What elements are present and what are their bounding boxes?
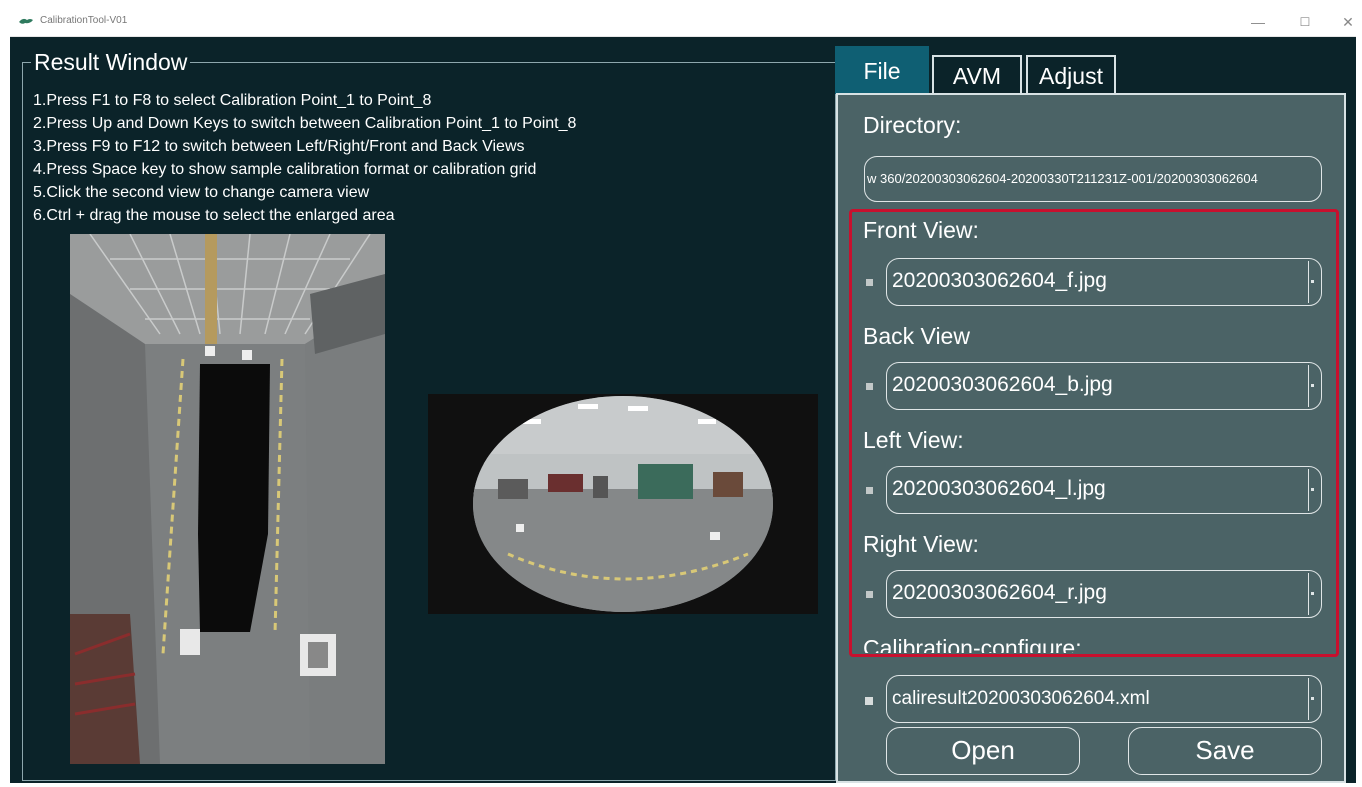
instructions-list: 1.Press F1 to F8 to select Calibration P… bbox=[33, 89, 576, 227]
top-down-view-image bbox=[70, 234, 385, 764]
instruction-line: 3.Press F9 to F12 to switch between Left… bbox=[33, 138, 525, 155]
window-title: CalibrationTool-V01 bbox=[40, 15, 128, 26]
tab-avm[interactable]: AVM bbox=[932, 55, 1022, 93]
directory-value: w 360/20200303062604-20200330T211231Z-00… bbox=[867, 171, 1258, 186]
chevron-down-icon[interactable] bbox=[1308, 678, 1319, 720]
top-down-view[interactable] bbox=[70, 234, 385, 764]
fisheye-camera-view[interactable] bbox=[428, 394, 818, 614]
directory-label: Directory: bbox=[863, 112, 962, 138]
save-button[interactable]: Save bbox=[1128, 727, 1322, 775]
highlight-box bbox=[849, 209, 1339, 657]
title-bar: CalibrationTool-V01 — ☐ ✕ bbox=[10, 8, 1356, 37]
tab-adjust[interactable]: Adjust bbox=[1026, 55, 1116, 93]
instruction-line: 5.Click the second view to change camera… bbox=[33, 184, 370, 201]
app-icon bbox=[19, 18, 33, 24]
maximize-button[interactable]: ☐ bbox=[1293, 12, 1317, 32]
tab-file[interactable]: File bbox=[835, 46, 929, 94]
instruction-line: 4.Press Space key to show sample calibra… bbox=[33, 161, 537, 178]
instruction-line: 2.Press Up and Down Keys to switch betwe… bbox=[33, 115, 577, 132]
instruction-line: 1.Press F1 to F8 to select Calibration P… bbox=[33, 92, 432, 109]
calibration-configure-checkbox[interactable] bbox=[865, 697, 873, 705]
calibration-configure-value: caliresult20200303062604.xml bbox=[892, 688, 1150, 709]
calibration-configure-select[interactable]: caliresult20200303062604.xml bbox=[886, 675, 1322, 723]
close-button[interactable]: ✕ bbox=[1336, 12, 1360, 32]
directory-input[interactable]: w 360/20200303062604-20200330T211231Z-00… bbox=[864, 156, 1322, 202]
open-button[interactable]: Open bbox=[886, 727, 1080, 775]
fisheye-camera-image bbox=[428, 394, 818, 614]
instruction-line: 6.Ctrl + drag the mouse to select the en… bbox=[33, 207, 395, 224]
minimize-button[interactable]: — bbox=[1246, 12, 1270, 32]
result-window-title: Result Window bbox=[31, 49, 191, 76]
